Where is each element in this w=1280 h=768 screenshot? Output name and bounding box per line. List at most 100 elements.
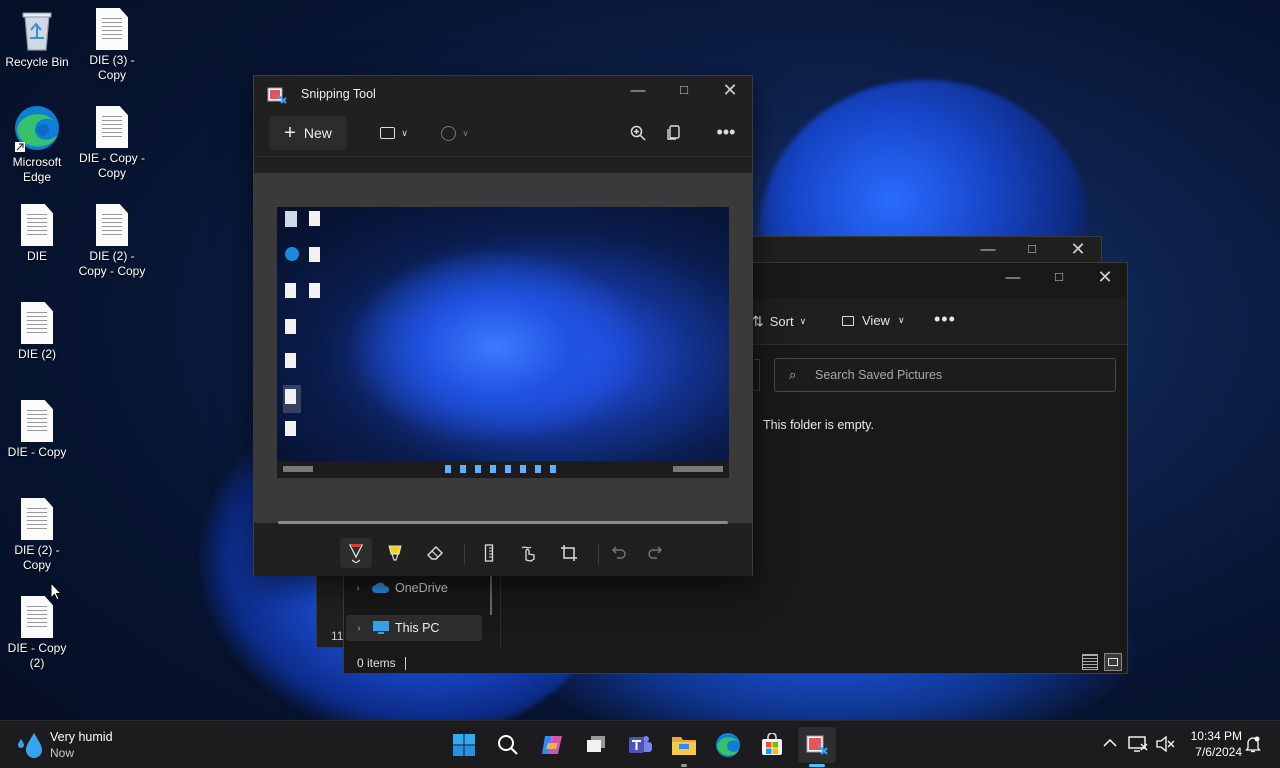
network-icon (1128, 736, 1148, 752)
document-icon (96, 106, 128, 148)
sort-button[interactable]: ⇅ Sort ∨ (752, 313, 806, 330)
desktop-icon-label: DIE (2) - Copy - Copy (78, 249, 146, 278)
desktop-icon-label: DIE - Copy (7, 445, 67, 459)
details-view-icon[interactable] (1082, 654, 1098, 670)
snipping-tool-icon (806, 735, 828, 755)
timer-dropdown[interactable]: ∨ (435, 122, 475, 144)
weather-widget[interactable]: Very humid Now (14, 727, 154, 763)
maximize-button[interactable]: □ (1036, 269, 1082, 284)
close-button[interactable]: ✕ (707, 80, 753, 101)
volume-button[interactable] (1155, 735, 1177, 755)
edge-button[interactable] (712, 729, 744, 761)
desktop-icon-label: DIE (2) - Copy (14, 543, 60, 572)
snipping-tool-taskbar-button[interactable] (798, 727, 836, 763)
expand-chevron-icon[interactable]: › (346, 623, 372, 634)
undo-button[interactable] (604, 538, 634, 568)
teams-button[interactable] (624, 729, 656, 761)
search-button[interactable] (492, 729, 524, 761)
empty-folder-message: This folder is empty. (763, 418, 874, 432)
nav-pane-scrollbar[interactable] (490, 575, 492, 615)
redo-button[interactable] (640, 538, 670, 568)
weather-humid-icon (18, 733, 42, 758)
desktop-icon-die-2-copy[interactable]: DIE (2) - Copy (0, 498, 74, 573)
crop-button[interactable] (554, 538, 584, 568)
desktop-icon-die-2-copy-copy[interactable]: DIE (2) - Copy - Copy (75, 204, 149, 279)
desktop-icon-recycle-bin[interactable]: Recycle Bin (0, 8, 74, 70)
ballpoint-pen-icon (348, 544, 364, 563)
store-button[interactable] (756, 729, 788, 761)
close-button[interactable]: ✕ (1082, 267, 1128, 288)
network-button[interactable] (1128, 735, 1150, 755)
window-title: Snipping Tool (301, 87, 376, 101)
weather-title: Very humid (50, 730, 113, 744)
address-bar[interactable] (754, 359, 760, 391)
close-button[interactable]: ✕ (1055, 239, 1101, 260)
document-icon (21, 302, 53, 344)
desktop-icon-die-copy[interactable]: DIE - Copy (0, 400, 74, 460)
minimize-button[interactable]: — (990, 269, 1036, 286)
copilot-icon (542, 736, 562, 754)
desktop-icon-die-copy-copy[interactable]: DIE - Copy - Copy (75, 106, 149, 181)
clock[interactable]: 10:34 PM 7/6/2024 (1182, 728, 1242, 760)
file-explorer-button[interactable] (668, 729, 700, 761)
edge-icon (15, 106, 59, 152)
search-icon (498, 735, 518, 755)
canvas-scrollbar[interactable] (278, 521, 728, 524)
highlighter-button[interactable] (380, 538, 410, 568)
desktop-icon-die-3-copy[interactable]: DIE (3) - Copy (75, 8, 149, 83)
start-button[interactable] (448, 729, 480, 761)
desktop-icon-die-copy-2[interactable]: DIE - Copy (2) (0, 596, 74, 671)
expand-chevron-icon[interactable]: › (344, 583, 372, 594)
more-options-icon[interactable]: ••• (934, 309, 956, 330)
snipping-tool-window[interactable]: Snipping Tool — □ ✕ + New ∨ ∨ ••• (253, 75, 753, 576)
ruler-button[interactable] (474, 538, 504, 568)
desktop-icon-label: DIE (26, 249, 47, 263)
more-options-button[interactable]: ••• (712, 120, 740, 144)
minimize-button[interactable]: — (615, 82, 661, 99)
task-view-icon (587, 736, 605, 752)
preview-bloom (347, 247, 647, 447)
chevron-down-icon: ∨ (897, 315, 905, 325)
plus-icon: + (284, 122, 296, 144)
preview-icons (283, 211, 327, 441)
notification-button[interactable] (1244, 735, 1264, 755)
show-hidden-icons-button[interactable] (1100, 735, 1120, 755)
desktop-icon-label: Microsoft Edge (12, 155, 62, 184)
taskbar: Very humid Now 10:34 PM 7/6/2024 (0, 720, 1280, 768)
tiles-view-icon[interactable] (1104, 653, 1122, 671)
active-indicator (809, 764, 825, 767)
eraser-button[interactable] (420, 538, 450, 568)
desktop-icon-die-2[interactable]: DIE (2) (0, 302, 74, 362)
snipping-tool-icon (267, 87, 287, 104)
new-snip-button[interactable]: + New (269, 116, 347, 150)
maximize-button[interactable]: □ (661, 82, 707, 97)
task-view-button[interactable] (580, 729, 612, 761)
copy-button[interactable] (662, 122, 686, 144)
view-button[interactable]: View ∨ (842, 313, 905, 328)
search-box[interactable]: ⌕ Search Saved Pictures (774, 358, 1116, 392)
nav-item-this-pc[interactable]: › This PC (346, 615, 482, 641)
chevron-up-icon (1103, 738, 1117, 747)
notification-icon (1245, 736, 1261, 753)
desktop-icon-die[interactable]: DIE (0, 204, 74, 264)
status-item-count: 0 items (357, 656, 396, 670)
document-icon (21, 204, 53, 246)
desktop-icon-microsoft-edge[interactable]: Microsoft Edge (0, 104, 74, 185)
snip-mode-dropdown[interactable]: ∨ (374, 122, 414, 144)
ballpoint-pen-button[interactable] (340, 538, 372, 568)
onedrive-icon (372, 582, 390, 593)
minimize-button[interactable]: — (965, 241, 1011, 258)
touch-writing-button[interactable] (514, 538, 544, 568)
eraser-icon (427, 546, 443, 560)
timer-icon (441, 125, 457, 141)
nav-item-onedrive[interactable]: › OneDrive (344, 575, 492, 601)
chevron-down-icon: ∨ (799, 316, 807, 326)
zoom-button[interactable] (626, 122, 650, 144)
copilot-button[interactable] (536, 729, 568, 761)
teams-icon (629, 736, 652, 753)
edge-icon (716, 733, 740, 757)
start-icon (453, 734, 475, 756)
highlighter-icon (388, 545, 402, 561)
weather-subtitle: Now (50, 746, 75, 760)
maximize-button[interactable]: □ (1009, 241, 1055, 256)
